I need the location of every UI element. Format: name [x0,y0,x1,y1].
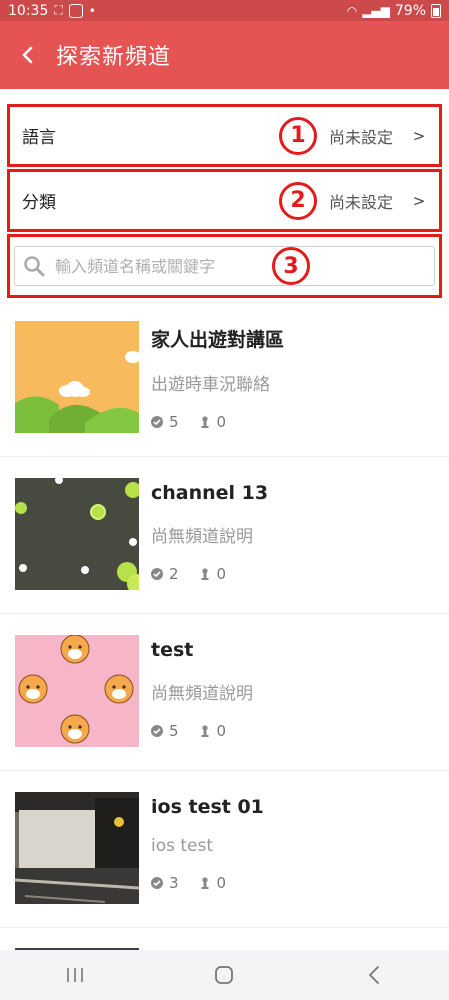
search-box[interactable] [14,246,435,286]
channel-item[interactable]: 家人出遊對講區 出遊時車況聯絡 5 0 [0,300,449,457]
member-count: 2 [169,565,179,583]
check-circle-icon [151,568,163,580]
app-bar: 探索新頻道 [0,21,449,89]
online-count: 0 [216,413,227,431]
channel-thumbnail [15,478,139,590]
chevron-right-icon: > [412,191,426,210]
signal-icon: ▂▄▆ [362,3,390,18]
category-value: 尚未設定 [328,192,393,212]
category-label: 分類 [22,193,56,213]
channel-stats: 2 0 [151,565,268,583]
online-count: 0 [216,722,227,740]
channel-description: 尚無頻道說明 [151,527,253,547]
annotation-marker-3: 3 [272,247,310,285]
person-icon [201,416,209,428]
battery-percent: 79% [394,2,426,19]
online-count: 0 [216,874,227,892]
category-filter-row[interactable]: 分類 2 尚未設定 > [7,169,442,232]
check-circle-icon [151,416,163,428]
channel-name: channel 13 [151,482,269,504]
channel-thumbnail [15,635,139,747]
language-filter-row[interactable]: 語言 1 尚未設定 > [7,104,442,167]
check-circle-icon [151,725,163,737]
member-count: 5 [169,413,179,431]
channel-stats: 3 0 [151,874,264,892]
system-nav-bar [0,950,449,1000]
search-icon [24,256,45,277]
channel-name: ios test 01 [151,796,264,818]
back-icon[interactable] [344,955,404,995]
status-time: 10:35 [8,2,49,19]
person-icon [201,568,209,580]
home-icon[interactable] [194,955,254,995]
status-bar: 10:35 ⛶ • ◠ ▂▄▆ 79% [0,0,449,21]
language-label: 語言 [22,128,56,148]
channel-description: ios test [151,836,214,856]
channel-stats: 5 0 [151,722,253,740]
channel-description: 尚無頻道說明 [151,684,253,704]
channel-name: test [151,639,194,661]
online-count: 0 [216,565,227,583]
channel-stats: 5 0 [151,413,284,431]
channel-thumbnail [15,792,139,904]
battery-icon [431,3,441,18]
channel-item[interactable]: channel 13 尚無頻道說明 2 0 [0,457,449,614]
back-arrow-icon[interactable] [0,21,56,89]
screenshot-icon: ⛶ [54,3,63,17]
filter-panel: 語言 1 尚未設定 > 分類 2 尚未設定 > 3 [0,104,449,298]
channel-item[interactable]: ios test 01 ios test 3 0 [0,771,449,928]
language-value: 尚未設定 [328,127,393,147]
dot-icon: • [88,3,96,18]
person-icon [201,725,209,737]
channel-thumbnail [15,321,139,433]
app-notification-icon [68,3,83,18]
person-icon [201,877,209,889]
check-circle-icon [151,877,163,889]
page-title: 探索新頻道 [56,45,172,70]
channel-list: 家人出遊對講區 出遊時車況聯絡 5 0 channel 13 尚無頻道說明 2 … [0,300,449,928]
chevron-right-icon: > [412,126,426,145]
channel-item[interactable]: test 尚無頻道說明 5 0 [0,614,449,771]
channel-name: 家人出遊對講區 [151,329,285,351]
annotation-marker-1: 1 [278,116,317,155]
search-section: 3 [7,234,442,298]
member-count: 5 [169,722,179,740]
wifi-icon: ◠ [346,3,358,18]
channel-description: 出遊時車況聯絡 [151,375,270,395]
annotation-marker-2: 2 [278,181,317,220]
recent-apps-icon[interactable] [45,955,105,995]
member-count: 3 [169,874,179,892]
search-input[interactable] [55,256,255,276]
